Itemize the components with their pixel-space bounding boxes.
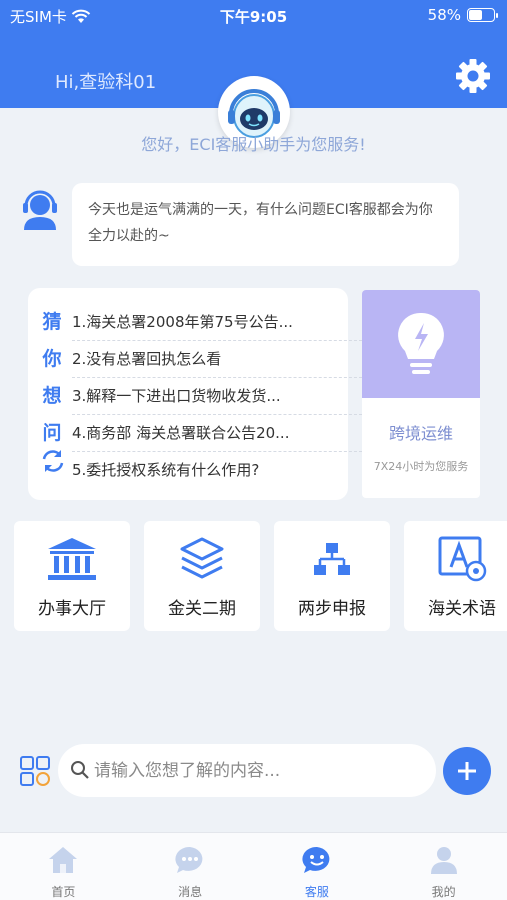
tile-label: 海关术语 <box>428 599 496 619</box>
cross-border-card[interactable]: 跨境运维 7X24小时为您服务 <box>362 290 480 498</box>
search-input[interactable] <box>94 757 414 785</box>
apps-grid-icon[interactable] <box>19 755 51 787</box>
battery-percent: 58% <box>427 6 461 24</box>
tile-two-step-declaration[interactable]: 两步申报 <box>274 521 390 631</box>
faq-title-char: 问 <box>42 422 62 444</box>
service-icon <box>302 846 330 873</box>
faq-item[interactable]: 5.委托授权系统有什么作用? <box>72 452 362 489</box>
faq-title-char: 猜 <box>42 311 62 333</box>
home-icon <box>49 847 78 873</box>
gear-icon[interactable] <box>455 58 491 94</box>
add-button[interactable] <box>443 747 491 795</box>
search-icon <box>71 761 89 779</box>
greeting-text: Hi,查验科01 <box>55 72 157 93</box>
tile-label: 金关二期 <box>168 599 236 619</box>
tab-label: 客服 <box>304 885 329 899</box>
plus-icon <box>458 762 476 780</box>
tile-label: 两步申报 <box>298 599 366 619</box>
faq-card: 猜 你 想 问 1.海关总署2008年第75号公告... 2.没有总署回执怎么看… <box>28 288 362 500</box>
user-icon <box>430 847 457 874</box>
layers-icon <box>180 537 224 579</box>
tile-golden-customs[interactable]: 金关二期 <box>144 521 260 631</box>
tab-label: 首页 <box>51 885 76 899</box>
faq-title: 猜 你 想 问 <box>40 304 64 452</box>
faq-list: 1.海关总署2008年第75号公告... 2.没有总署回执怎么看 3.解释一下进… <box>72 304 362 489</box>
tab-bar: 首页 消息 客服 我的 <box>0 832 507 900</box>
status-bar: 无SIM卡 下午9:05 58% <box>0 0 507 30</box>
tile-service-hall[interactable]: 办事大厅 <box>14 521 130 631</box>
tile-label: 办事大厅 <box>38 599 106 619</box>
search-bar <box>58 744 436 797</box>
faq-title-char: 想 <box>42 385 62 407</box>
tab-customer-service[interactable]: 客服 <box>254 833 381 900</box>
cross-border-banner <box>362 290 480 398</box>
faq-item[interactable]: 4.商务部 海关总署联合公告20... <box>72 415 362 452</box>
chat-bubble: 今天也是运气满满的一天，有什么问题ECI客服都会为你全力以赴的~ <box>72 183 459 266</box>
tab-profile[interactable]: 我的 <box>380 833 507 900</box>
agent-avatar-icon <box>23 190 57 230</box>
welcome-text: 您好，ECI客服小助手为您服务! <box>141 135 366 154</box>
glossary-icon <box>438 536 487 582</box>
cross-border-title: 跨境运维 <box>388 424 453 443</box>
org-chart-icon <box>314 543 350 575</box>
bank-icon <box>48 538 96 580</box>
cross-border-subtitle: 7X24小时为您服务 <box>373 460 469 473</box>
tab-messages[interactable]: 消息 <box>127 833 254 900</box>
tile-customs-glossary[interactable]: 海关术语 <box>404 521 507 631</box>
tab-label: 消息 <box>178 885 203 899</box>
faq-title-char: 你 <box>42 348 62 370</box>
lightbulb-icon <box>398 312 444 374</box>
faq-item[interactable]: 1.海关总署2008年第75号公告... <box>72 304 362 341</box>
faq-item[interactable]: 2.没有总署回执怎么看 <box>72 341 362 378</box>
tab-label: 我的 <box>431 885 456 899</box>
faq-item[interactable]: 3.解释一下进出口货物收发货... <box>72 378 362 415</box>
message-icon <box>175 846 203 873</box>
refresh-icon[interactable] <box>40 448 66 474</box>
battery-icon <box>467 8 498 22</box>
tab-home[interactable]: 首页 <box>0 833 127 900</box>
